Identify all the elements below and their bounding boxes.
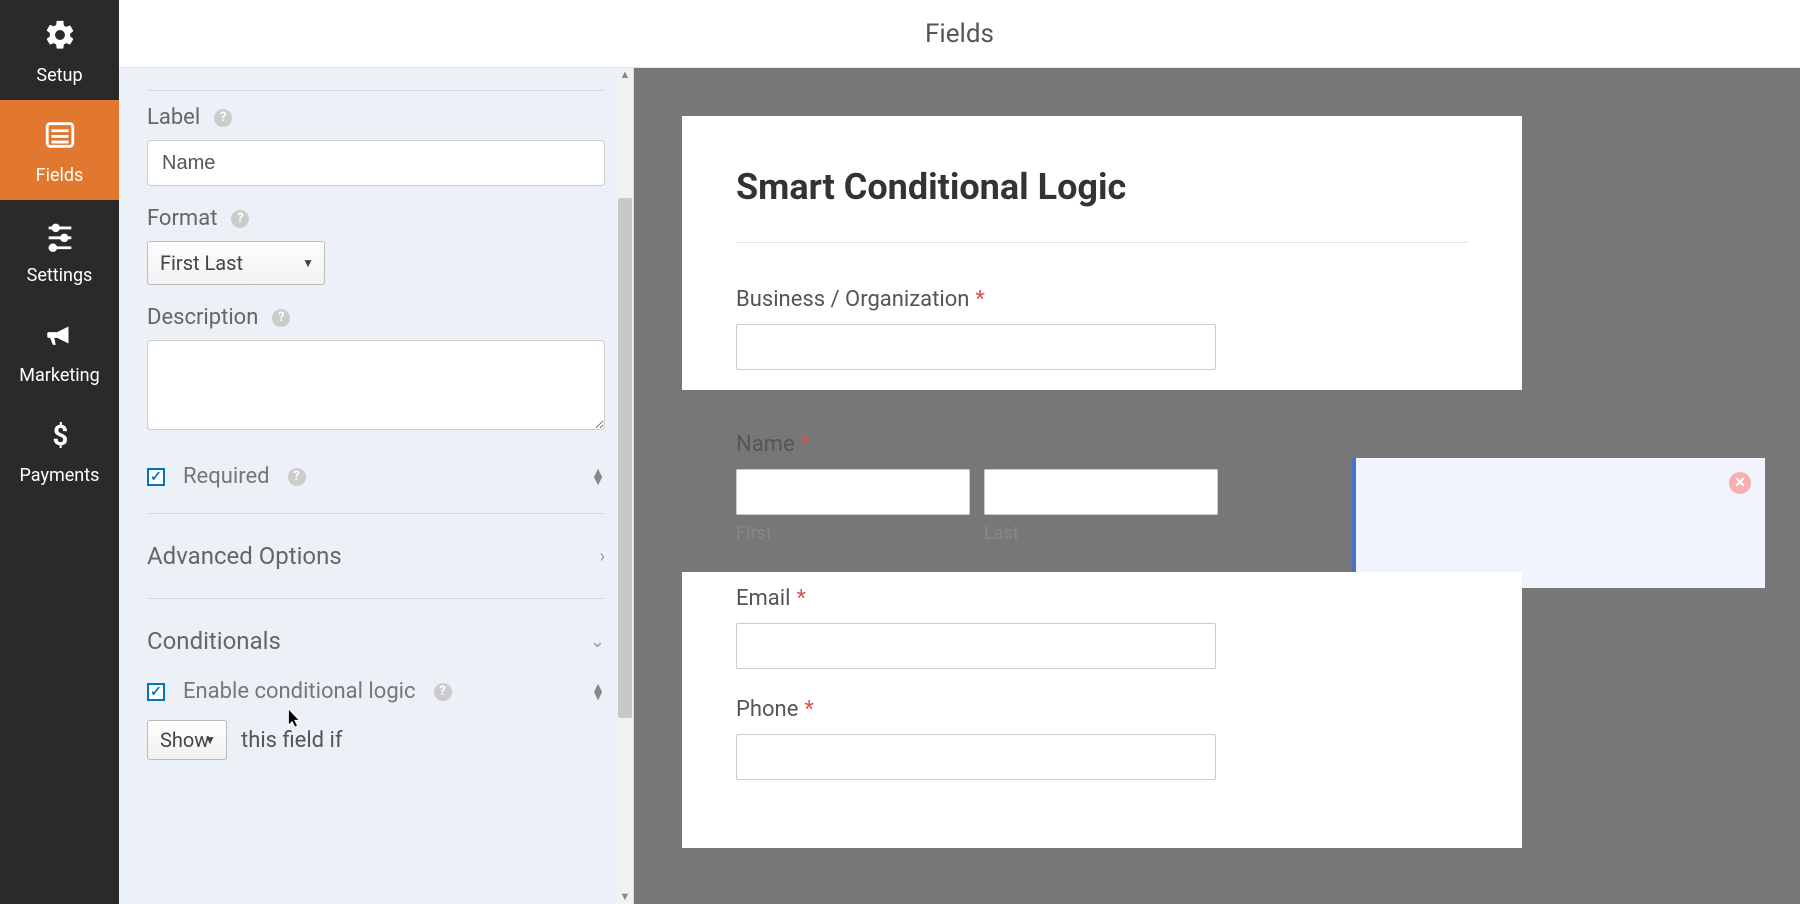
divider — [736, 242, 1468, 243]
page-title: Fields — [925, 19, 994, 49]
business-input[interactable] — [736, 324, 1216, 370]
label-caption: Label ? — [147, 105, 605, 130]
megaphone-icon — [43, 318, 77, 357]
form-card: Smart Conditional Logic Business / Organ… — [682, 116, 1522, 848]
form-field-name[interactable]: Name* First Last — [736, 418, 1468, 558]
required-indicator: * — [796, 586, 805, 611]
delete-field-button[interactable]: ✕ — [1729, 472, 1751, 494]
help-icon[interactable]: ? — [231, 210, 249, 228]
format-row: Format ? First Last ▼ — [147, 206, 605, 285]
sort-handle[interactable]: ▲▼ — [591, 684, 605, 700]
description-textarea[interactable] — [147, 340, 605, 430]
sidebar-item-label: Payments — [20, 465, 100, 486]
first-sublabel: First — [736, 523, 970, 544]
gear-icon — [43, 18, 77, 57]
topbar: Fields — [119, 0, 1800, 68]
workspace: Label ? Format ? First Last ▼ — [119, 68, 1800, 904]
phone-input[interactable] — [736, 734, 1216, 780]
required-checkbox[interactable]: ✓ — [147, 468, 165, 486]
format-caption: Format ? — [147, 206, 605, 231]
form-title: Smart Conditional Logic — [736, 166, 1468, 208]
required-indicator: * — [804, 697, 813, 722]
chevron-right-icon: › — [600, 546, 605, 567]
first-name-input[interactable] — [736, 469, 970, 515]
form-field-business[interactable]: Business / Organization* — [736, 287, 1468, 390]
description-caption: Description ? — [147, 305, 605, 330]
required-indicator: * — [801, 432, 810, 457]
sidebar-item-label: Settings — [27, 265, 93, 286]
format-value: First Last — [160, 251, 243, 275]
enable-conditional-checkbox[interactable]: ✓ — [147, 683, 165, 701]
last-sublabel: Last — [984, 523, 1218, 544]
divider — [147, 598, 605, 599]
field-label: Email* — [736, 586, 1468, 611]
field-label: Business / Organization* — [736, 287, 1468, 312]
label-text: Label — [147, 105, 200, 130]
chevron-down-icon: ⌄ — [590, 631, 605, 652]
scroll-up-arrow[interactable]: ▲ — [617, 68, 633, 82]
sidebar-item-label: Setup — [36, 65, 82, 86]
advanced-options-header[interactable]: Advanced Options › — [147, 528, 605, 584]
scroll-down-arrow[interactable]: ▼ — [617, 890, 633, 904]
sidebar-item-setup[interactable]: Setup — [0, 0, 119, 100]
sidebar-item-settings[interactable]: Settings — [0, 200, 119, 300]
help-icon[interactable]: ? — [214, 109, 232, 127]
label-row: Label ? — [147, 105, 605, 186]
conditional-rule-row: Show ▼ this field if — [147, 714, 605, 760]
field-label: Name* — [736, 432, 1468, 457]
list-icon — [43, 118, 77, 157]
advanced-options-label: Advanced Options — [147, 542, 342, 570]
sidebar-item-marketing[interactable]: Marketing — [0, 300, 119, 400]
enable-conditional-label: Enable conditional logic — [183, 679, 416, 704]
help-icon[interactable]: ? — [272, 309, 290, 327]
sidebar: Setup Fields Settings Marketing $ Paymen… — [0, 0, 119, 904]
description-row: Description ? — [147, 305, 605, 434]
form-field-phone[interactable]: Phone* — [736, 697, 1468, 780]
description-text: Description — [147, 305, 258, 330]
conditional-tail-text: this field if — [241, 728, 343, 753]
conditional-action-value: Show — [160, 728, 209, 752]
last-name-input[interactable] — [984, 469, 1218, 515]
divider — [147, 90, 605, 91]
format-select[interactable]: First Last ▼ — [147, 241, 325, 285]
form-preview-area: ✕ Smart Conditional Logic Business / Org… — [634, 68, 1800, 904]
sidebar-item-label: Marketing — [19, 365, 99, 386]
sidebar-item-label: Fields — [36, 165, 84, 186]
sidebar-item-fields[interactable]: Fields — [0, 100, 119, 200]
email-input[interactable] — [736, 623, 1216, 669]
required-label: Required — [183, 464, 270, 489]
required-row: ✓ Required ? ▲▼ — [147, 454, 605, 499]
svg-text:$: $ — [52, 419, 68, 452]
conditional-action-select[interactable]: Show ▼ — [147, 720, 227, 760]
format-text: Format — [147, 206, 217, 231]
chevron-down-icon: ▼ — [302, 256, 314, 270]
help-icon[interactable]: ? — [434, 683, 452, 701]
sidebar-item-payments[interactable]: $ Payments — [0, 400, 119, 500]
sliders-icon — [43, 218, 77, 257]
enable-conditional-row: ✓ Enable conditional logic ? ▲▼ — [147, 669, 605, 714]
help-icon[interactable]: ? — [288, 468, 306, 486]
required-indicator: * — [975, 287, 984, 312]
dollar-icon: $ — [45, 418, 75, 457]
scrollbar-thumb[interactable] — [618, 198, 632, 718]
scrollbar[interactable]: ▲ ▼ — [617, 68, 633, 904]
field-label: Phone* — [736, 697, 1468, 722]
field-options-panel: Label ? Format ? First Last ▼ — [119, 68, 634, 904]
divider — [147, 513, 605, 514]
conditionals-header[interactable]: Conditionals ⌄ — [147, 613, 605, 661]
form-field-email[interactable]: Email* — [736, 586, 1468, 669]
label-input[interactable] — [147, 140, 605, 186]
chevron-down-icon: ▼ — [204, 733, 216, 747]
main: Fields Label ? Format ? — [119, 0, 1800, 904]
conditionals-label: Conditionals — [147, 627, 281, 655]
sort-handle[interactable]: ▲▼ — [591, 469, 605, 485]
